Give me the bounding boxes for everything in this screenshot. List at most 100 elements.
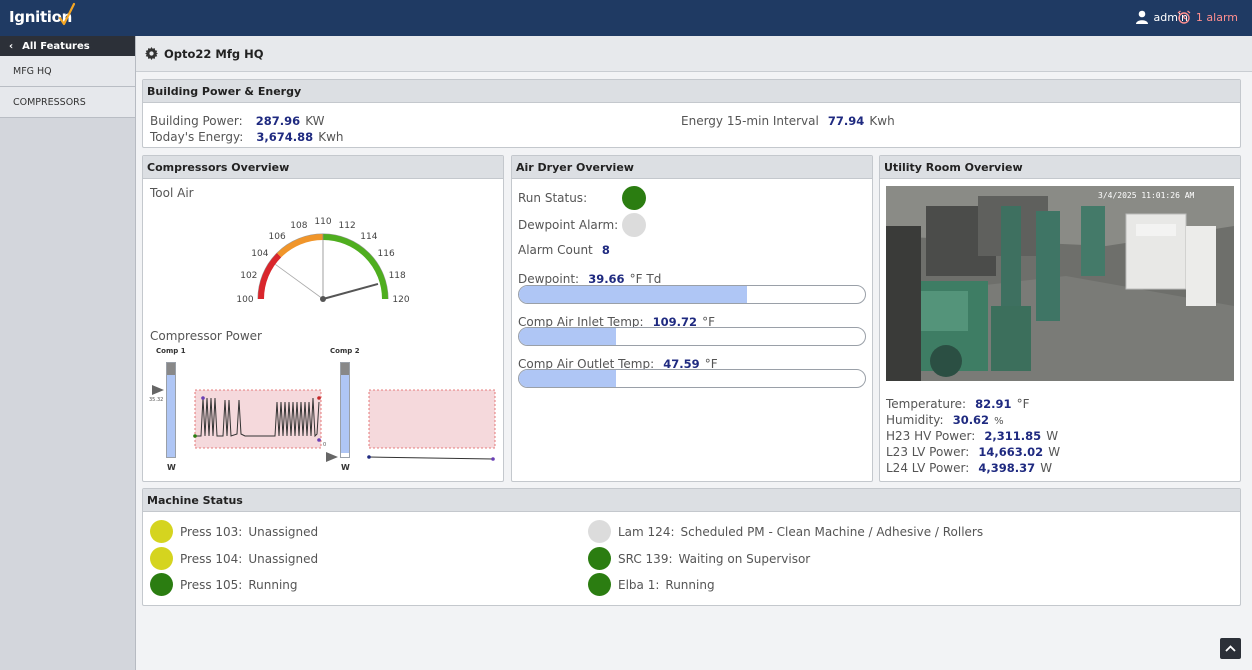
air-dryer-panel: Air Dryer Overview Run Status: Dewpoint … (511, 155, 873, 482)
todays-energy-row: Today's Energy: 3,674.88 Kwh (150, 126, 344, 145)
temperature-unit: °F (1016, 397, 1030, 411)
alarm-clock-icon (1177, 10, 1191, 24)
todays-energy-value: 3,674.88 (256, 130, 314, 144)
status-indicator (588, 573, 611, 596)
comp1-unit-label: W (167, 463, 176, 472)
gauge-low-line (275, 263, 324, 300)
machine-status: Running (248, 577, 298, 592)
user-icon (1135, 10, 1148, 24)
machine-status: Unassigned (248, 551, 319, 566)
comp2-level-bar (340, 362, 350, 458)
sidebar-back-label: All Features (22, 40, 90, 52)
dewpoint-bar (518, 285, 866, 304)
comp2-unit-label: W (341, 463, 350, 472)
l24-power-row: L24 LV Power: 4,398.37 W (886, 457, 1052, 476)
comp1-level-bar (166, 362, 176, 458)
sidebar-back-button[interactable]: ‹ All Features (0, 36, 135, 56)
comp1-readout: 35.32 (149, 397, 164, 403)
machine-status: Unassigned (248, 524, 319, 539)
panel-title: Utility Room Overview (880, 156, 1240, 179)
energy-interval-row: Energy 15-min Interval 77.94 Kwh (681, 110, 895, 129)
machine-name: Press 104: (180, 551, 243, 566)
page-title-bar: Opto22 Mfg HQ (136, 36, 1252, 72)
scroll-to-top-button[interactable] (1220, 638, 1241, 659)
dewpoint-alarm-label: Dewpoint Alarm: (518, 218, 619, 232)
machine-status: Running (665, 577, 715, 592)
utility-room-panel: Utility Room Overview 3/4/2025 11:01:26 … (879, 155, 1241, 482)
panel-title: Compressors Overview (143, 156, 503, 179)
status-indicator (150, 520, 173, 543)
machine-status-item: Elba 1: Running (588, 573, 715, 596)
sidebar-item-label: COMPRESSORS (13, 96, 86, 108)
l24-power-value: 4,398.37 (978, 461, 1036, 475)
dewpoint-alarm-indicator (622, 213, 646, 237)
gauge-tick-label: 108 (290, 221, 307, 231)
comp1-level-cap (167, 363, 175, 375)
gauge-tick-label: 112 (339, 221, 356, 231)
gauge-band-0 (258, 253, 282, 300)
energy-interval-label: Energy 15-min Interval (681, 114, 819, 128)
machine-status-panel: Machine Status Press 103: Unassigned Pre… (142, 488, 1241, 606)
machine-name: Lam 124: (618, 524, 675, 539)
tool-air-gauge: 100 102 104106 108 110 112 114116 118 120 (236, 217, 409, 305)
dewpoint-bar-fill (519, 286, 748, 303)
gauge-tick-label: 118 (389, 271, 406, 281)
comp2-pointer-icon (326, 452, 338, 462)
run-status-indicator (622, 186, 646, 210)
l24-power-unit: W (1040, 461, 1053, 475)
status-indicator (588, 520, 611, 543)
machine-status: Waiting on Supervisor (678, 551, 811, 566)
dewpoint-label: Dewpoint: (518, 272, 580, 286)
tool-air-label: Tool Air (150, 186, 194, 200)
machine-status-item: Press 103: Unassigned (150, 520, 318, 543)
logo-check-icon (58, 2, 76, 26)
comp2-sparkline (367, 389, 496, 461)
panel-title: Air Dryer Overview (512, 156, 872, 179)
machine-name: Press 103: (180, 524, 243, 539)
gauge-tick-label: 106 (269, 232, 286, 242)
top-header: Ignition admin 1 alarm (0, 0, 1252, 36)
l24-power-label: L24 LV Power: (886, 461, 970, 475)
chevron-up-icon (1225, 645, 1236, 652)
machine-name: SRC 139: (618, 551, 673, 566)
dewpoint-value: 39.66 (588, 272, 625, 286)
gauge-tick-label: 114 (360, 232, 377, 242)
compressor-power-label: Compressor Power (150, 329, 262, 343)
sidebar: ‹ All Features MFG HQ COMPRESSORS (0, 36, 136, 670)
alarm-count-row: Alarm Count 8 (518, 239, 610, 258)
page-title: Opto22 Mfg HQ (164, 46, 264, 61)
chevron-left-icon: ‹ (9, 40, 14, 52)
building-power-panel: Building Power & Energy Building Power: … (142, 79, 1241, 148)
comp2-level-fill (341, 375, 349, 453)
gauge-hub (320, 296, 326, 302)
machine-name: Elba 1: (618, 577, 660, 592)
alarm-count-label: Alarm Count (518, 243, 593, 257)
inlet-temp-bar-fill (519, 328, 616, 345)
comp2-readout: 0 (323, 442, 327, 448)
inlet-temp-bar (518, 327, 866, 346)
sidebar-item-compressors[interactable]: COMPRESSORS (0, 87, 135, 118)
comp2-label: Comp 2 (330, 347, 360, 355)
compressors-panel: Compressors Overview Tool Air 100 102 104 1… (142, 155, 504, 482)
comp1-pointer-icon (152, 385, 164, 395)
sidebar-item-mfg-hq[interactable]: MFG HQ (0, 56, 135, 87)
comp1-sparkline (193, 389, 322, 449)
gauge-tick-label: 110 (314, 217, 331, 227)
status-indicator (150, 573, 173, 596)
status-indicator (588, 547, 611, 570)
todays-energy-unit: Kwh (318, 130, 344, 144)
camera-feed[interactable]: 3/4/2025 11:01:26 AM (886, 186, 1234, 381)
machine-status-item: Press 104: Unassigned (150, 547, 318, 570)
todays-energy-label: Today's Energy: (150, 130, 244, 144)
gear-icon (145, 47, 158, 60)
gauge-needle (322, 282, 379, 300)
alarm-indicator[interactable]: 1 alarm (1177, 10, 1238, 24)
machine-status-item: Press 105: Running (150, 573, 298, 596)
comp1-level-fill (167, 375, 175, 457)
energy-interval-unit: Kwh (869, 114, 895, 128)
alarm-label: 1 alarm (1195, 10, 1238, 24)
energy-interval-value: 77.94 (827, 114, 865, 128)
comp1-label: Comp 1 (156, 347, 186, 355)
run-status-label: Run Status: (518, 191, 588, 205)
gauge-tick-label: 102 (240, 271, 257, 281)
